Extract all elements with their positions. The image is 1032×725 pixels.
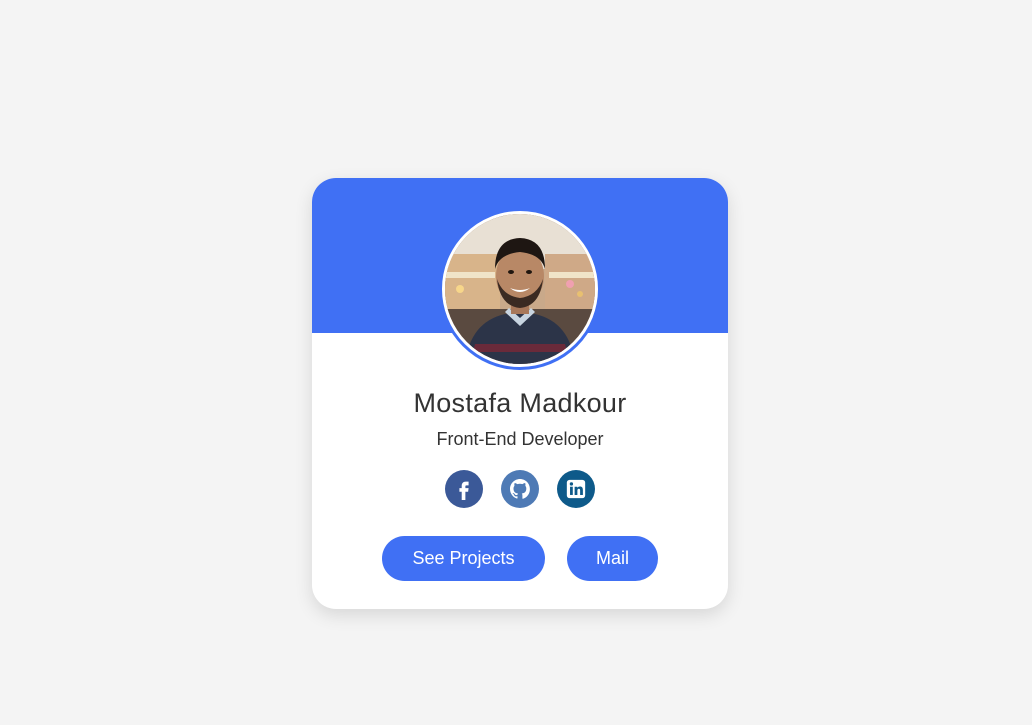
avatar-ring bbox=[439, 208, 601, 370]
facebook-icon bbox=[459, 481, 469, 500]
github-icon bbox=[510, 479, 530, 499]
github-link[interactable] bbox=[501, 470, 539, 508]
see-projects-button[interactable]: See Projects bbox=[382, 536, 545, 581]
mail-button[interactable]: Mail bbox=[567, 536, 658, 581]
avatar bbox=[442, 211, 598, 367]
social-links bbox=[445, 470, 595, 508]
linkedin-icon bbox=[566, 479, 586, 499]
profile-card: Mostafa Madkour Front-End Developer See … bbox=[312, 178, 728, 609]
facebook-link[interactable] bbox=[445, 470, 483, 508]
profile-name: Mostafa Madkour bbox=[413, 388, 627, 418]
avatar-photo bbox=[445, 214, 595, 364]
profile-role: Front-End Developer bbox=[436, 429, 604, 449]
linkedin-link[interactable] bbox=[557, 470, 595, 508]
